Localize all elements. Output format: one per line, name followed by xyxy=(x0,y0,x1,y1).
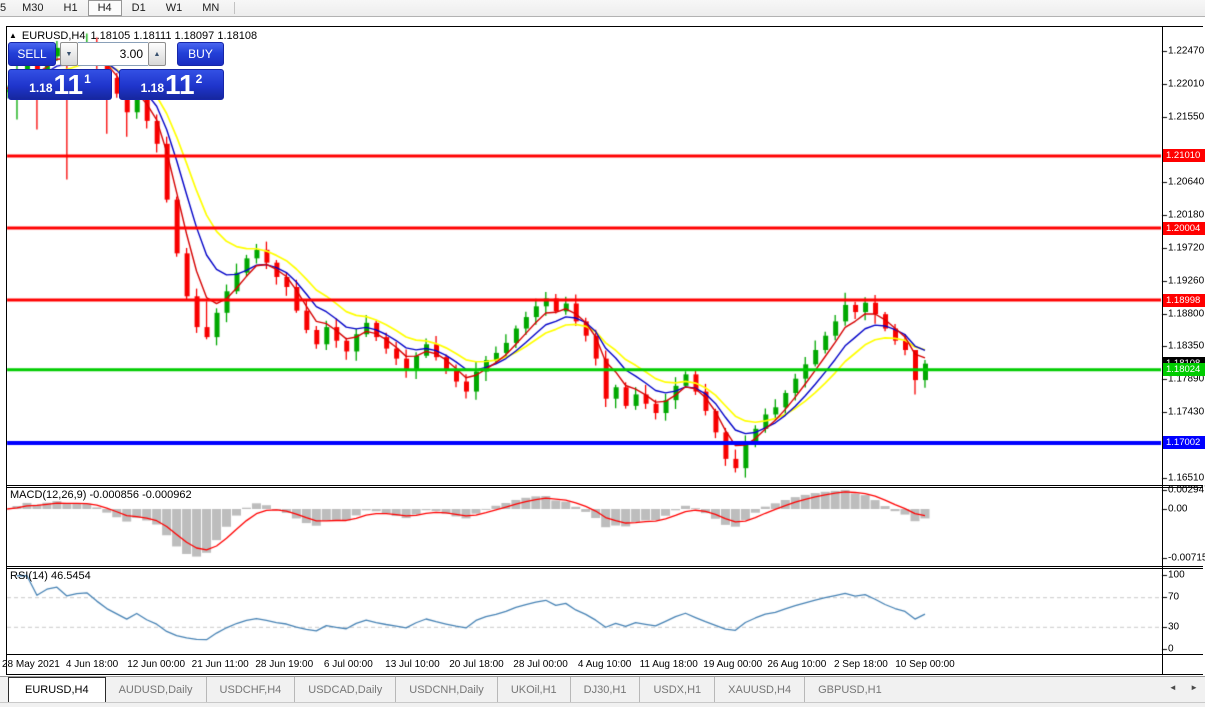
one-click-trading-arrow-icon[interactable]: ▲ xyxy=(9,32,17,40)
axis-tick-label: -0.00715 xyxy=(1168,553,1205,564)
sell-price-pipette: 1 xyxy=(84,72,91,86)
tab-eurusd-h4[interactable]: EURUSD,H4 xyxy=(8,677,106,702)
tab-ukoil-h1[interactable]: UKOil,H1 xyxy=(497,677,570,702)
axis-tick-label: 0.002947 xyxy=(1168,485,1205,496)
tab-scroll-buttons: ◄ ► xyxy=(1158,683,1198,692)
time-axis-label: 19 Aug 00:00 xyxy=(703,659,762,670)
time-axis-label: 2 Sep 18:00 xyxy=(834,659,888,670)
axis-tick-label: 70 xyxy=(1168,592,1179,603)
timeframe-toolbar: 5M30H1H4D1W1MN xyxy=(0,0,1205,17)
time-axis-label: 20 Jul 18:00 xyxy=(449,659,504,670)
triangle-down-icon: ▼ xyxy=(66,51,73,58)
time-axis-label: 4 Jun 18:00 xyxy=(66,659,118,670)
toolbar-item-w1[interactable]: W1 xyxy=(156,0,193,16)
toolbar-item-d1[interactable]: D1 xyxy=(122,0,156,16)
chart-header: ▲ EURUSD,H4 1.18105 1.18111 1.18097 1.18… xyxy=(9,30,257,42)
hline-price-label: 1.17002 xyxy=(1163,436,1205,449)
time-axis: 28 May 2021 4 Jun 18:00 12 Jun 00:00 21 Jun… xyxy=(0,658,1205,673)
chart-window-top-border xyxy=(6,26,1203,27)
hline-price-label: 1.20004 xyxy=(1163,222,1205,235)
hline-price-label: 1.21010 xyxy=(1163,149,1205,162)
price-axis-border xyxy=(1162,26,1163,675)
chart-window-bottom-border xyxy=(6,674,1203,675)
time-axis-label: 4 Aug 10:00 xyxy=(578,659,631,670)
tab-usdchf-h4[interactable]: USDCHF,H4 xyxy=(206,677,295,702)
volume-increase-button[interactable]: ▲ xyxy=(148,42,166,66)
tab-xauusd-h4[interactable]: XAUUSD,H4 xyxy=(714,677,804,702)
buy-button[interactable]: BUY xyxy=(177,42,224,66)
time-axis-label: 21 Jun 11:00 xyxy=(192,659,249,670)
time-axis-label: 12 Jun 00:00 xyxy=(127,659,185,670)
buy-price-prefix: 1.18 xyxy=(141,81,164,95)
hline-price-label: 1.18024 xyxy=(1163,363,1205,376)
time-axis-label: 13 Jul 10:00 xyxy=(385,659,440,670)
axis-tick-label: 1.21550 xyxy=(1168,112,1204,123)
tab-bar-underline xyxy=(0,702,1205,703)
time-axis-label: 28 May 2021 xyxy=(2,659,60,670)
axis-tick-label: 1.16510 xyxy=(1168,473,1204,484)
macd-indicator-label: MACD(12,26,9) -0.000856 -0.000962 xyxy=(10,489,192,501)
axis-tick-label: 1.20640 xyxy=(1168,177,1204,188)
axis-tick-label: 1.20180 xyxy=(1168,210,1204,221)
axis-tick-label: 0.00 xyxy=(1168,504,1187,515)
chart-tab-bar: EURUSD,H4AUDUSD,DailyUSDCHF,H4USDCAD,Dai… xyxy=(0,676,1205,707)
chart-symbol-label: EURUSD,H4 xyxy=(22,30,86,42)
chart-ohlc-values: 1.18105 1.18111 1.18097 1.18108 xyxy=(91,30,258,42)
volume-input[interactable] xyxy=(78,42,148,66)
macd-panel-bottom-border xyxy=(6,566,1203,567)
time-axis-label: 28 Jun 19:00 xyxy=(255,659,313,670)
axis-tick-label: 1.18350 xyxy=(1168,341,1204,352)
sell-price-big-digits: 11 xyxy=(54,72,84,98)
time-axis-label: 26 Aug 10:00 xyxy=(767,659,826,670)
volume-decrease-button[interactable]: ▼ xyxy=(60,42,78,66)
time-axis-label: 10 Sep 00:00 xyxy=(895,659,955,670)
toolbar-item-m30[interactable]: M30 xyxy=(12,0,53,16)
axis-tick-label: 1.17430 xyxy=(1168,407,1204,418)
triangle-up-icon: ▲ xyxy=(154,51,161,58)
buy-price-pipette: 2 xyxy=(196,72,203,86)
tab-scroll-left-icon[interactable]: ◄ xyxy=(1169,683,1177,692)
tab-usdx-h1[interactable]: USDX,H1 xyxy=(639,677,714,702)
axis-tick-label: 30 xyxy=(1168,621,1179,632)
macd-panel-top-border xyxy=(6,487,1203,488)
tab-gbpusd-h1[interactable]: GBPUSD,H1 xyxy=(804,677,895,702)
sell-button[interactable]: SELL xyxy=(8,42,56,66)
hline-price-label: 1.18998 xyxy=(1163,294,1205,307)
tab-dj30-h1[interactable]: DJ30,H1 xyxy=(570,677,640,702)
axis-tick-label: 100 xyxy=(1168,570,1185,581)
axis-tick-label: 1.19720 xyxy=(1168,243,1204,254)
time-axis-label: 28 Jul 00:00 xyxy=(513,659,568,670)
tab-scroll-right-icon[interactable]: ► xyxy=(1190,683,1198,692)
buy-price-big-digits: 11 xyxy=(165,72,195,98)
tab-usdcnh-daily[interactable]: USDCNH,Daily xyxy=(395,677,497,702)
price-chart-canvas[interactable] xyxy=(0,0,1205,707)
axis-tick-label: 1.22010 xyxy=(1168,79,1204,90)
main-panel-bottom-border xyxy=(6,485,1203,486)
axis-tick-label: 0 xyxy=(1168,644,1174,655)
chart-window-left-border xyxy=(6,26,7,675)
time-axis-label: 6 Jul 00:00 xyxy=(324,659,373,670)
buy-price-display[interactable]: 1.18 11 2 xyxy=(119,69,224,100)
tab-audusd-daily[interactable]: AUDUSD,Daily xyxy=(106,677,206,702)
rsi-panel-top-border xyxy=(6,568,1203,569)
rsi-indicator-label: RSI(14) 46.5454 xyxy=(10,570,91,582)
rsi-panel-bottom-border xyxy=(6,654,1203,655)
tab-usdcad-daily[interactable]: USDCAD,Daily xyxy=(294,677,395,702)
sell-price-display[interactable]: 1.18 11 1 xyxy=(8,69,112,100)
toolbar-separator xyxy=(234,2,235,14)
one-click-trading-panel: SELL ▼ ▲ BUY 1.18 11 1 1.18 11 2 xyxy=(8,42,224,100)
time-axis-label: 11 Aug 18:00 xyxy=(640,659,698,670)
axis-tick-label: 1.18800 xyxy=(1168,309,1204,320)
toolbar-item-h4[interactable]: H4 xyxy=(88,0,122,16)
toolbar-item-mn[interactable]: MN xyxy=(192,0,229,16)
toolbar-item-5[interactable]: 5 xyxy=(0,0,12,16)
toolbar-item-h1[interactable]: H1 xyxy=(54,0,88,16)
sell-price-prefix: 1.18 xyxy=(29,81,52,95)
axis-tick-label: 1.22470 xyxy=(1168,46,1204,57)
axis-tick-label: 1.19260 xyxy=(1168,276,1204,287)
